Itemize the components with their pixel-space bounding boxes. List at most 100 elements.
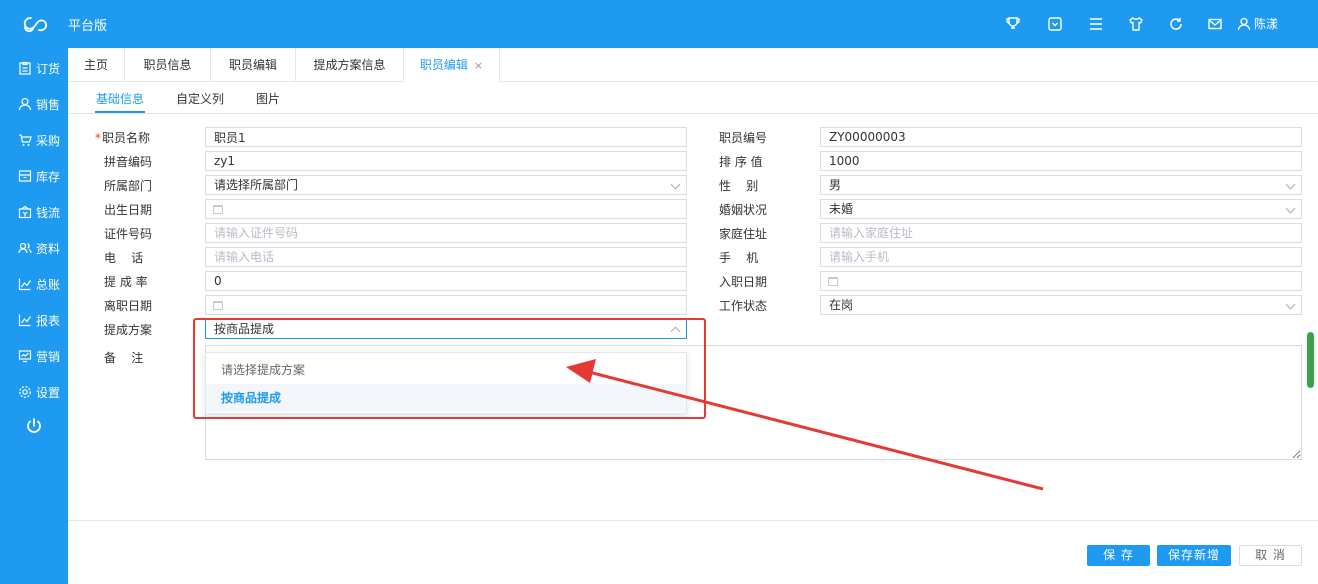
- chart-icon: [17, 313, 32, 328]
- sidebar-item-order[interactable]: 订货: [0, 56, 68, 80]
- sidebar-item-label: 设置: [36, 385, 61, 400]
- gender-select[interactable]: 男: [820, 175, 1302, 195]
- cancel-button[interactable]: 取 消: [1239, 545, 1302, 566]
- sort-value-label: 排 序 值: [719, 155, 763, 169]
- sidebar-item-reports[interactable]: 报表: [0, 308, 68, 332]
- dropdown-option-placeholder[interactable]: 请选择提成方案: [206, 356, 686, 384]
- mail-icon[interactable]: [1205, 14, 1225, 34]
- tab-label: 职员信息: [143, 58, 192, 72]
- sidebar-item-settings[interactable]: 设置: [0, 380, 68, 404]
- close-icon[interactable]: ×: [474, 59, 483, 72]
- sidebar-item-marketing[interactable]: 营销: [0, 344, 68, 368]
- label-text: 职员名称: [102, 131, 151, 145]
- sidebar-item-label: 销售: [36, 97, 61, 112]
- top-header: 平台版 陈漾: [0, 0, 1318, 48]
- calendar-icon: [828, 277, 838, 286]
- tab-label: 主页: [83, 58, 108, 72]
- staff-code-label: 职员编号: [719, 131, 768, 145]
- chevron-down-icon: [1285, 299, 1296, 310]
- tab-staff-edit[interactable]: 职员编辑: [211, 48, 296, 82]
- marital-status-select[interactable]: 未婚: [820, 199, 1302, 219]
- work-status-select[interactable]: 在岗: [820, 295, 1302, 315]
- commission-rate-input[interactable]: [205, 271, 687, 291]
- calendar-icon: [213, 205, 223, 214]
- chevron-up-icon: [670, 326, 681, 337]
- gear-icon: [17, 385, 32, 400]
- menu-icon[interactable]: [1086, 14, 1106, 34]
- sidebar-item-label: 库存: [36, 169, 61, 184]
- subtab-images[interactable]: 图片: [256, 90, 280, 107]
- gender-label: 性 别: [719, 179, 759, 193]
- sort-value-input[interactable]: [820, 151, 1302, 171]
- clipboard-icon: [17, 61, 32, 76]
- phone-label: 电 话: [104, 251, 144, 265]
- refresh-icon[interactable]: [1166, 14, 1186, 34]
- sidebar-item-label: 报表: [36, 313, 61, 328]
- staff-code-input[interactable]: [820, 127, 1302, 147]
- tab-staff-info[interactable]: 职员信息: [125, 48, 211, 82]
- dropdown-option-by-product[interactable]: 按商品提成: [206, 384, 686, 412]
- sidebar-item-cashflow[interactable]: 钱流: [0, 200, 68, 224]
- hire-date-label: 入职日期: [719, 275, 768, 289]
- marital-status-label: 婚姻状况: [719, 203, 768, 217]
- tab-commission-plan-info[interactable]: 提成方案信息: [296, 48, 404, 82]
- hire-date-input[interactable]: [820, 271, 1302, 291]
- commission-plan-label: 提成方案: [104, 323, 153, 337]
- shirt-icon[interactable]: [1126, 14, 1146, 34]
- commission-rate-label: 提 成 率: [104, 275, 148, 289]
- user-menu[interactable]: 陈漾: [1237, 15, 1278, 32]
- birth-date-label: 出生日期: [104, 203, 153, 217]
- select-value: 按商品提成: [214, 322, 275, 336]
- subtab-basic-info[interactable]: 基础信息: [96, 90, 144, 107]
- save-button[interactable]: 保 存: [1087, 545, 1150, 566]
- footer-divider: [68, 520, 1318, 521]
- commission-plan-select[interactable]: 按商品提成: [205, 319, 687, 339]
- staff-name-label: *职员名称: [95, 129, 150, 146]
- box-icon: [17, 169, 32, 184]
- tab-home[interactable]: 主页: [68, 48, 125, 82]
- tab-label: 职员编辑: [228, 58, 277, 72]
- scrollbar-thumb[interactable]: [1307, 332, 1314, 388]
- id-number-label: 证件号码: [104, 227, 153, 241]
- department-label: 所属部门: [104, 179, 153, 193]
- select-value: 在岗: [829, 298, 854, 312]
- sidebar-item-inventory[interactable]: 库存: [0, 164, 68, 188]
- sub-tabs: 基础信息 自定义列 图片: [68, 82, 1318, 114]
- sidebar-item-sales[interactable]: 销售: [0, 92, 68, 116]
- sidebar-item-data[interactable]: 资料: [0, 236, 68, 260]
- mobile-input[interactable]: [820, 247, 1302, 267]
- calendar-icon: [213, 301, 223, 310]
- pinyin-input[interactable]: [205, 151, 687, 171]
- id-number-input[interactable]: [205, 223, 687, 243]
- power-icon[interactable]: [24, 416, 44, 436]
- pinyin-label: 拼音编码: [104, 155, 153, 169]
- cart-icon: [17, 133, 32, 148]
- sidebar-item-purchase[interactable]: 采购: [0, 128, 68, 152]
- subtab-custom-columns[interactable]: 自定义列: [176, 90, 224, 107]
- tab-staff-edit-active[interactable]: 职员编辑 ×: [404, 48, 500, 82]
- chevron-down-icon: [670, 179, 681, 190]
- select-value: 请选择所属部门: [214, 178, 299, 192]
- users-icon: [17, 241, 32, 256]
- commission-plan-dropdown: 请选择提成方案 按商品提成: [205, 352, 687, 414]
- address-input[interactable]: [820, 223, 1302, 243]
- birth-date-input[interactable]: [205, 199, 687, 219]
- active-subtab-indicator: [95, 111, 145, 113]
- square-chevron-icon[interactable]: [1045, 14, 1065, 34]
- monitor-icon: [17, 349, 32, 364]
- sidebar-item-label: 资料: [36, 241, 61, 256]
- phone-input[interactable]: [205, 247, 687, 267]
- sidebar-item-ledger[interactable]: 总账: [0, 272, 68, 296]
- work-status-label: 工作状态: [719, 299, 768, 313]
- trophy-icon[interactable]: [1003, 14, 1023, 34]
- chevron-down-icon: [1285, 203, 1296, 214]
- sidebar-item-label: 采购: [36, 133, 61, 148]
- department-select[interactable]: 请选择所属部门: [205, 175, 687, 195]
- staff-name-input[interactable]: [205, 127, 687, 147]
- select-value: 未婚: [829, 202, 854, 216]
- tab-label: 提成方案信息: [313, 58, 386, 72]
- save-and-new-button[interactable]: 保存新增: [1157, 545, 1231, 566]
- chart-icon: [17, 277, 32, 292]
- leave-date-input[interactable]: [205, 295, 687, 315]
- chevron-down-icon: [1285, 179, 1296, 190]
